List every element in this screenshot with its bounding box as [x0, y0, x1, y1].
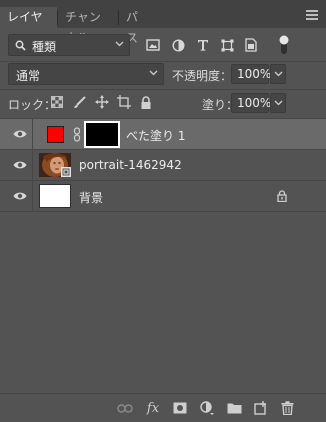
background-thumbnail[interactable]	[39, 184, 71, 208]
new-layer-icon[interactable]	[252, 400, 268, 416]
fill-input[interactable]: 100%	[231, 93, 271, 113]
tab-channels[interactable]: チャンネル	[58, 7, 118, 45]
column-divider	[32, 150, 33, 181]
opacity-dropdown-button[interactable]	[270, 64, 286, 84]
smart-object-filter-icon[interactable]	[243, 37, 259, 53]
column-divider	[32, 119, 33, 150]
layer-name[interactable]: portrait-1462942	[79, 158, 182, 172]
fx-icon[interactable]: fx	[145, 400, 161, 416]
chevron-down-icon	[115, 41, 124, 47]
filter-toggle-switch[interactable]	[278, 34, 290, 56]
image-filter-icon[interactable]	[145, 37, 161, 53]
filter-type-select[interactable]: 種類	[8, 34, 130, 56]
chevron-down-icon	[274, 100, 282, 106]
trash-icon[interactable]	[279, 400, 295, 416]
tab-bar: レイヤー チャンネル パス	[0, 0, 326, 45]
divider	[0, 89, 326, 90]
shape-filter-icon[interactable]	[219, 37, 235, 53]
opacity-input[interactable]: 100%	[231, 64, 271, 84]
chevron-down-icon	[149, 70, 158, 76]
filter-type-label: 種類	[32, 40, 57, 54]
blend-mode-value: 通常	[16, 69, 41, 83]
lock-label: ロック：	[8, 98, 57, 112]
layers-list: べた塗り 1 portrait-1462942 背景	[0, 119, 326, 393]
layer-name[interactable]: べた塗り 1	[126, 127, 185, 144]
layers-panel: レイヤー チャンネル パス 種類 通常	[0, 0, 326, 422]
add-mask-icon[interactable]	[172, 400, 188, 416]
portrait-photo-image	[39, 153, 71, 177]
tab-layers[interactable]: レイヤー	[0, 7, 57, 45]
column-divider	[32, 181, 33, 212]
tab-paths[interactable]: パス	[119, 7, 155, 45]
layer-name[interactable]: 背景	[79, 189, 103, 206]
adjustment-layer-icon[interactable]	[199, 400, 215, 416]
search-icon	[15, 40, 26, 51]
link-icon[interactable]	[73, 127, 81, 142]
new-group-folder-icon[interactable]	[226, 400, 242, 416]
visibility-eye-icon[interactable]	[13, 191, 27, 201]
layers-bottom-toolbar: fx	[0, 393, 326, 422]
lock-position-icon[interactable]	[95, 95, 109, 109]
panel-menu-icon[interactable]	[306, 10, 318, 20]
lock-image-pixels-icon[interactable]	[72, 95, 86, 109]
layer-row-background[interactable]: 背景	[0, 181, 326, 212]
lock-all-icon[interactable]	[139, 95, 153, 109]
adjustment-filter-icon[interactable]	[170, 37, 186, 53]
lock-artboard-icon[interactable]	[117, 95, 131, 109]
lock-transparent-pixels-icon[interactable]	[50, 95, 64, 109]
visibility-eye-icon[interactable]	[13, 129, 27, 139]
fill-dropdown-button[interactable]	[270, 93, 286, 113]
link-layers-icon[interactable]	[117, 400, 133, 416]
layer-row-portrait[interactable]: portrait-1462942	[0, 150, 326, 181]
layer-mask-thumbnail[interactable]	[84, 121, 120, 148]
portrait-thumbnail[interactable]	[39, 153, 71, 177]
blend-mode-select[interactable]: 通常	[8, 63, 164, 85]
chevron-down-icon	[274, 71, 282, 77]
divider	[0, 61, 326, 62]
type-filter-icon[interactable]	[195, 37, 211, 53]
layer-row-color-fill[interactable]: べた塗り 1	[0, 119, 326, 150]
fill-color-thumbnail[interactable]	[47, 126, 64, 143]
opacity-label: 不透明度：	[172, 69, 233, 83]
visibility-eye-icon[interactable]	[13, 160, 27, 170]
lock-icon	[277, 190, 287, 202]
